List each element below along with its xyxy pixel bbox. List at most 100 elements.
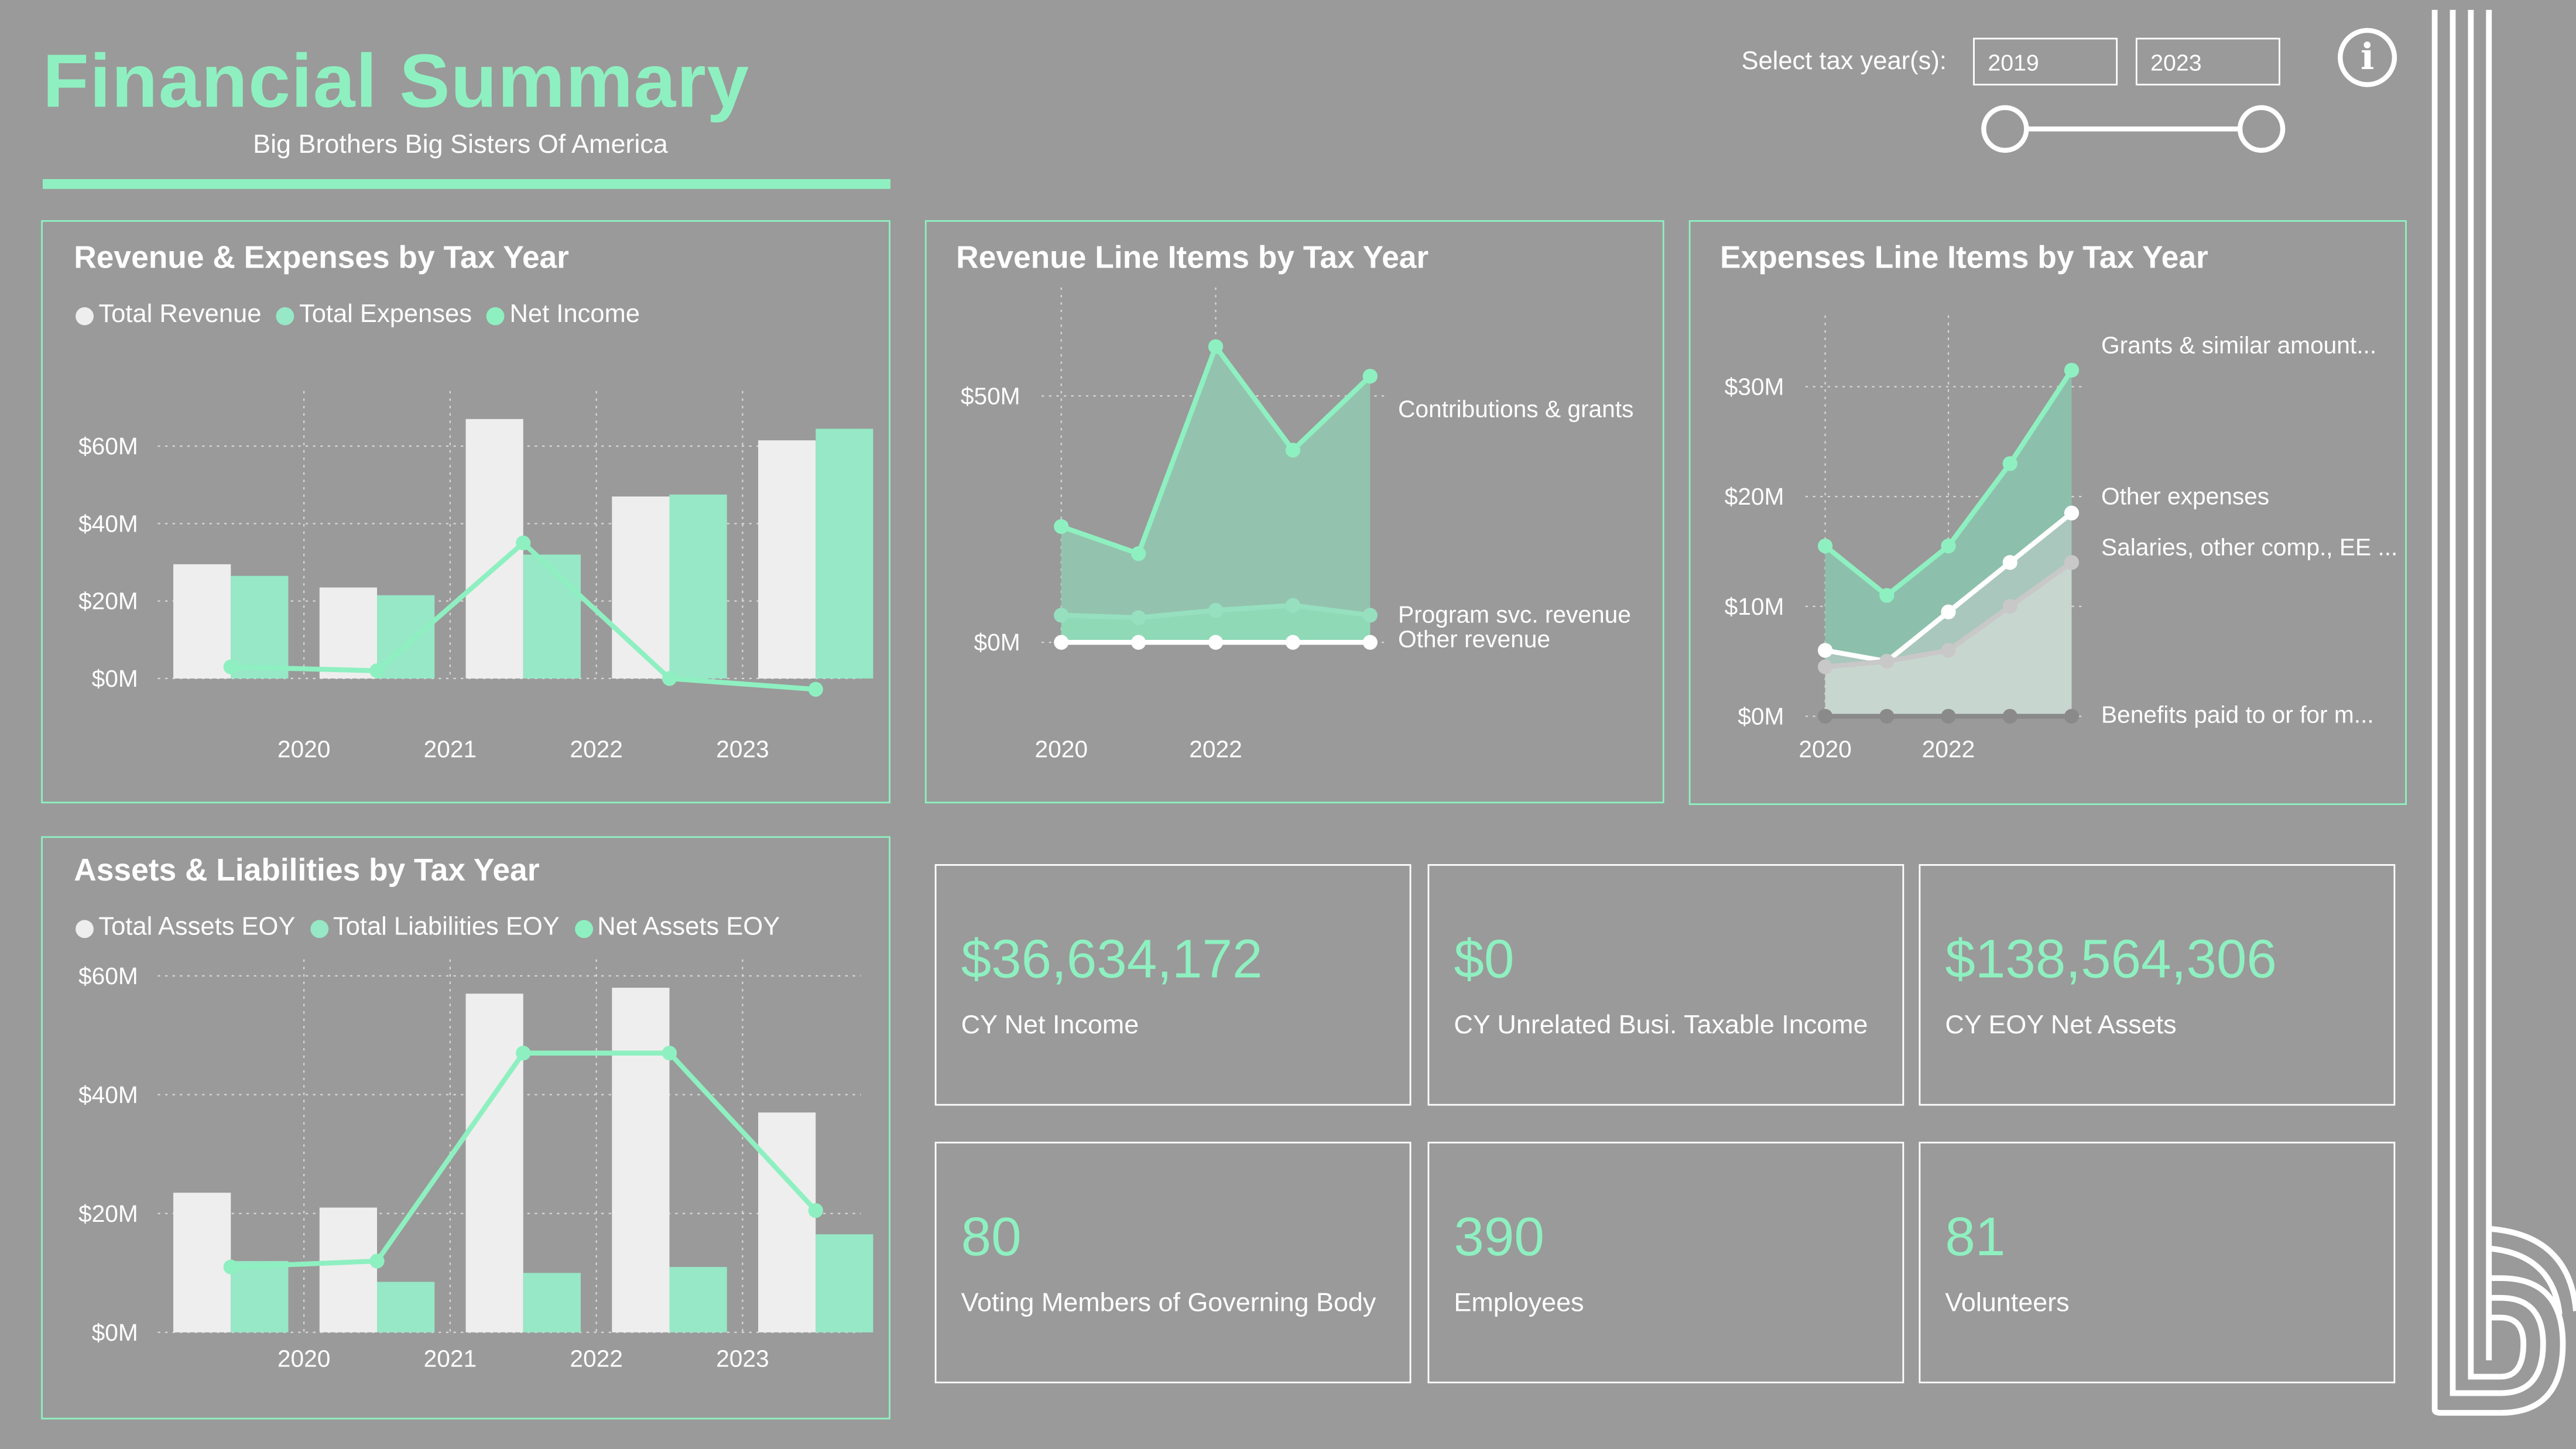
bar <box>523 554 581 679</box>
y-tick-label: $30M <box>1725 374 1784 400</box>
data-point <box>1285 598 1301 613</box>
tax-year-slicer-label: Select tax year(s): <box>1741 47 1947 76</box>
kpi-label: Volunteers <box>1945 1289 2070 1318</box>
bar <box>319 587 377 679</box>
data-point <box>662 671 677 686</box>
data-point <box>662 1046 677 1061</box>
bar <box>669 1267 727 1332</box>
y-tick-label: $60M <box>78 962 138 989</box>
bar <box>758 1112 816 1332</box>
series-label: Program svc. revenue <box>1398 601 1631 628</box>
data-point <box>808 681 823 697</box>
series-label: Contributions & grants <box>1398 396 1633 423</box>
y-tick-label: $0M <box>92 665 138 692</box>
series-label: Other expenses <box>2101 482 2269 509</box>
data-point <box>1879 654 1895 669</box>
x-tick-label: 2020 <box>278 736 330 763</box>
y-tick-label: $0M <box>974 629 1020 656</box>
revenue-line-items-chart: $50M $0M Contributions & grants Program svc… <box>961 287 1633 763</box>
data-point <box>1131 610 1146 625</box>
data-point <box>1285 635 1301 650</box>
data-point <box>223 1259 238 1275</box>
y-tick-label: $40M <box>78 1081 138 1108</box>
x-tick-label: 2022 <box>1922 736 1975 763</box>
data-point <box>1054 608 1069 623</box>
data-point <box>2002 708 2017 724</box>
data-point <box>1285 443 1301 458</box>
expenses-line-items-chart: $30M $20M $10M $0M Grants & similar amount..… <box>1725 315 2397 763</box>
data-point <box>2002 555 2017 570</box>
data-point <box>1817 708 1833 724</box>
x-tick-label: 2020 <box>278 1345 330 1372</box>
series-label: Salaries, other comp., EE ... <box>2101 533 2397 560</box>
kpi-value: $36,634,172 <box>961 928 1263 989</box>
revenue-expenses-panel: Revenue & Expenses by Tax Year Total Rev… <box>41 220 890 804</box>
y-tick-label: $40M <box>78 510 138 537</box>
kpi-card-net-income: $36,634,172 CY Net Income <box>934 864 1412 1106</box>
bar <box>816 429 873 679</box>
kpi-value: 80 <box>961 1205 1022 1267</box>
x-tick-label: 2021 <box>424 1345 477 1372</box>
data-point <box>1362 368 1378 384</box>
kpi-card-volunteers: 81 Volunteers <box>1919 1142 2396 1383</box>
data-point <box>1054 635 1069 650</box>
data-point <box>2064 708 2080 724</box>
series-label: Other revenue <box>1398 626 1550 653</box>
bar <box>612 988 670 1332</box>
data-point <box>1817 659 1833 674</box>
info-icon[interactable]: i <box>2338 28 2397 87</box>
tax-year-from-input[interactable]: 2019 <box>1973 37 2118 85</box>
y-tick-label: $60M <box>78 433 138 460</box>
data-point <box>2064 555 2080 570</box>
tax-year-slider-start-handle[interactable] <box>1981 105 2029 153</box>
tax-year-slider-track[interactable] <box>2008 126 2264 132</box>
tax-year-to-input[interactable]: 2023 <box>2135 37 2280 85</box>
data-point <box>1879 708 1895 724</box>
dashboard-canvas: Financial Summary Big Brothers Big Siste… <box>0 0 2576 1449</box>
expenses-line-items-panel: Expenses Line Items by Tax Year $30M $20M… <box>1688 220 2407 805</box>
revenue-line-items-panel: Revenue Line Items by Tax Year $50M $0M Co… <box>924 220 1664 804</box>
data-point <box>1054 519 1069 534</box>
organization-name: Big Brothers Big Sisters Of America <box>253 131 668 160</box>
y-tick-label: $20M <box>1725 483 1784 510</box>
x-tick-label: 2022 <box>570 736 622 763</box>
data-point <box>1941 604 1956 619</box>
x-tick-label: 2022 <box>1189 736 1242 763</box>
tax-year-slider-end-handle[interactable] <box>2237 105 2286 153</box>
data-point <box>1879 588 1895 603</box>
data-point <box>1941 538 1956 554</box>
data-point <box>369 1253 385 1269</box>
bar <box>173 1193 231 1332</box>
data-point <box>1362 608 1378 623</box>
data-point <box>2064 505 2080 520</box>
bar <box>758 440 816 679</box>
kpi-label: CY Unrelated Busi. Taxable Income <box>1454 1012 1868 1040</box>
assets-liabilities-chart: $60M $40M $20M $0M 2020 2021 2022 2023 <box>78 959 873 1372</box>
bar <box>173 564 231 679</box>
x-tick-label: 2023 <box>716 1345 769 1372</box>
kpi-value: $0 <box>1454 928 1515 989</box>
data-point <box>1817 538 1833 554</box>
data-point <box>1208 339 1224 354</box>
data-point <box>1131 635 1146 650</box>
data-point <box>1208 602 1224 618</box>
bar <box>669 494 727 679</box>
y-tick-label: $10M <box>1725 593 1784 620</box>
kpi-label: CY Net Income <box>961 1012 1139 1040</box>
big-brothers-big-sisters-logo <box>2431 9 2576 1416</box>
kpi-card-voting-members: 80 Voting Members of Governing Body <box>934 1142 1412 1383</box>
dashboard: Financial Summary Big Brothers Big Siste… <box>0 0 2576 1449</box>
data-point <box>808 1203 823 1218</box>
y-tick-label: $20M <box>78 588 138 615</box>
y-tick-label: $50M <box>961 382 1020 409</box>
x-tick-label: 2023 <box>716 736 769 763</box>
data-point <box>1362 635 1378 650</box>
x-tick-label: 2020 <box>1034 736 1087 763</box>
kpi-value: 390 <box>1454 1205 1544 1267</box>
bar <box>231 1260 289 1332</box>
data-point <box>1131 546 1146 561</box>
data-point <box>1941 643 1956 658</box>
data-point <box>2002 599 2017 614</box>
x-tick-label: 2022 <box>570 1345 622 1372</box>
kpi-label: Employees <box>1454 1289 1584 1318</box>
